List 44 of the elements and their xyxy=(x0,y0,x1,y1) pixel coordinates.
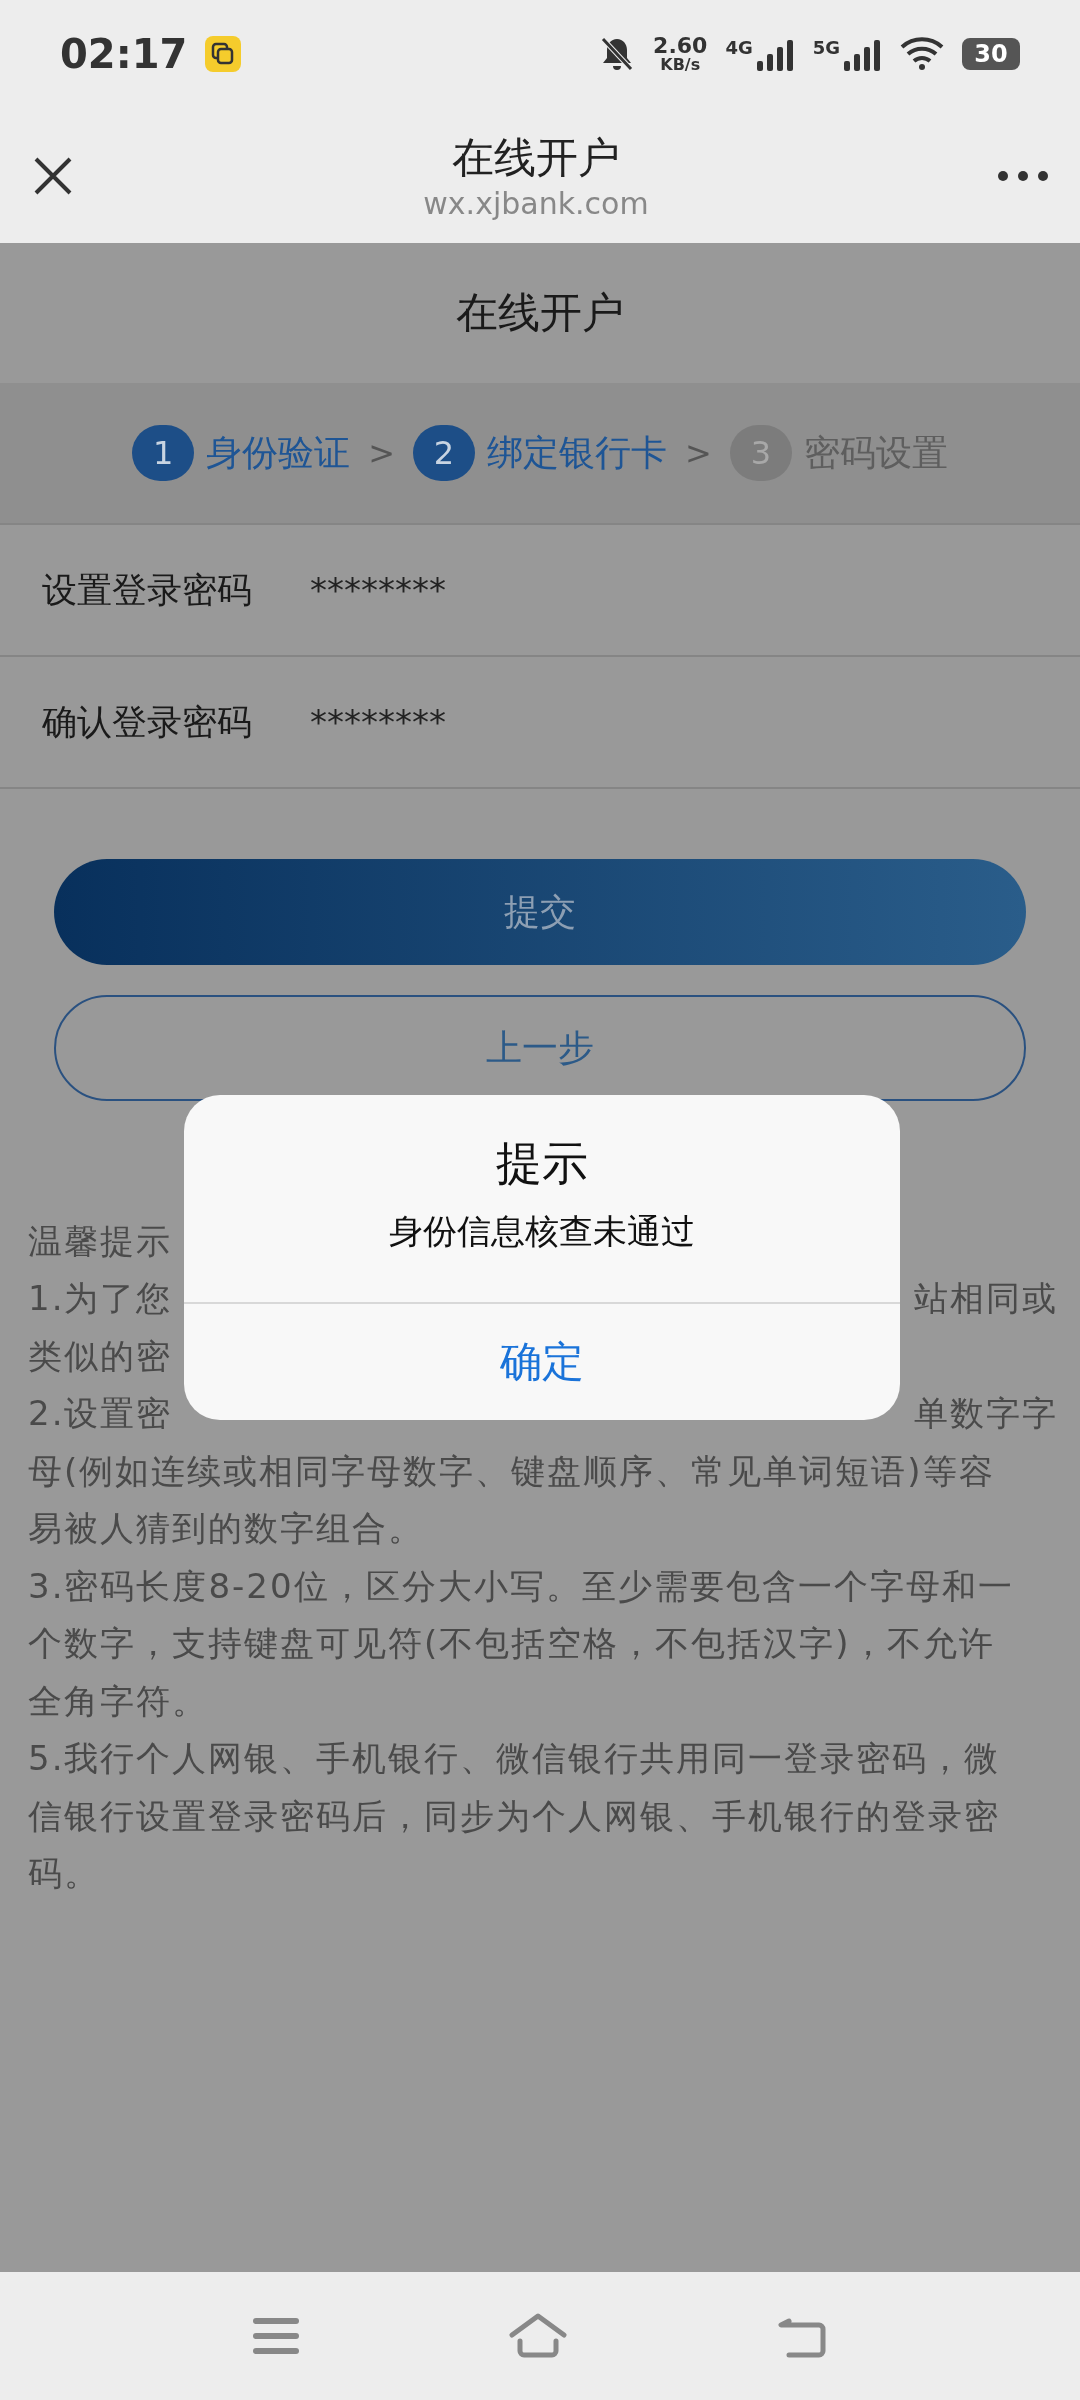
tip-text: 1.为了您 xyxy=(28,1277,173,1321)
dialog-message: 身份信息核查未通过 xyxy=(389,1210,695,1253)
tip-text: 3.密码长度8-20位，区分大小写。至少需要包含一个字母和一 xyxy=(28,1564,1014,1608)
tip-text: 单数字字 xyxy=(914,1392,1058,1436)
dialog-title: 提示 xyxy=(496,1135,588,1192)
step-number: 2 xyxy=(413,425,475,481)
confirm-button[interactable]: 确定 xyxy=(184,1302,900,1420)
network-type: 5G xyxy=(812,37,840,58)
submit-button[interactable]: 提交 xyxy=(54,859,1026,965)
clock-time: 02:17 xyxy=(60,31,188,77)
field-label: 确认登录密码 xyxy=(42,700,252,744)
tip-text: 易被人猜到的数字组合。 xyxy=(28,1507,424,1551)
tip-text: 全角字符。 xyxy=(28,1679,208,1723)
step-label: 绑定银行卡 xyxy=(487,430,667,475)
tip-text: 类似的密 xyxy=(28,1334,172,1378)
wifi-icon xyxy=(900,37,944,71)
network-speed: 2.60 xyxy=(653,35,708,57)
step-number: 1 xyxy=(132,425,195,481)
app-notification-icon xyxy=(205,36,242,72)
page-url: wx.xjbank.com xyxy=(423,186,649,221)
page-title: 在线开户 xyxy=(456,287,624,339)
tip-text: 信银行设置登录密码后，同步为个人网银、手机银行的登录密 xyxy=(28,1794,1000,1838)
home-icon[interactable] xyxy=(509,2313,567,2359)
step-separator: > xyxy=(685,434,712,472)
password-field[interactable]: ******** xyxy=(310,702,446,742)
password-field[interactable]: ******** xyxy=(310,570,446,610)
menu-icon[interactable] xyxy=(253,2316,299,2356)
speed-unit: KB/s xyxy=(660,57,701,73)
tip-text: 2.设置密 xyxy=(28,1392,173,1436)
tip-text: 站相同或 xyxy=(914,1277,1058,1321)
battery-level: 30 xyxy=(962,38,1020,70)
more-icon[interactable] xyxy=(996,168,1050,183)
signal-icon xyxy=(842,37,882,71)
field-label: 设置登录密码 xyxy=(42,568,252,612)
tip-text: 个数字，支持键盘可见符(不包括空格，不包括汉字)，不允许 xyxy=(28,1622,995,1666)
browser-title: 在线开户 xyxy=(452,132,620,184)
tip-text: 5.我行个人网银、手机银行、微信银行共用同一登录密码，微 xyxy=(28,1737,1001,1781)
step-label: 身份验证 xyxy=(206,430,351,475)
network-type: 4G xyxy=(725,37,753,58)
tip-text: 温馨提示 xyxy=(28,1219,172,1263)
tip-text: 码。 xyxy=(28,1852,100,1896)
step-separator: > xyxy=(368,434,395,472)
tip-text: 母(例如连续或相同字母数字、键盘顺序、常见单词短语)等容 xyxy=(28,1449,995,1493)
signal-icon xyxy=(754,37,795,71)
